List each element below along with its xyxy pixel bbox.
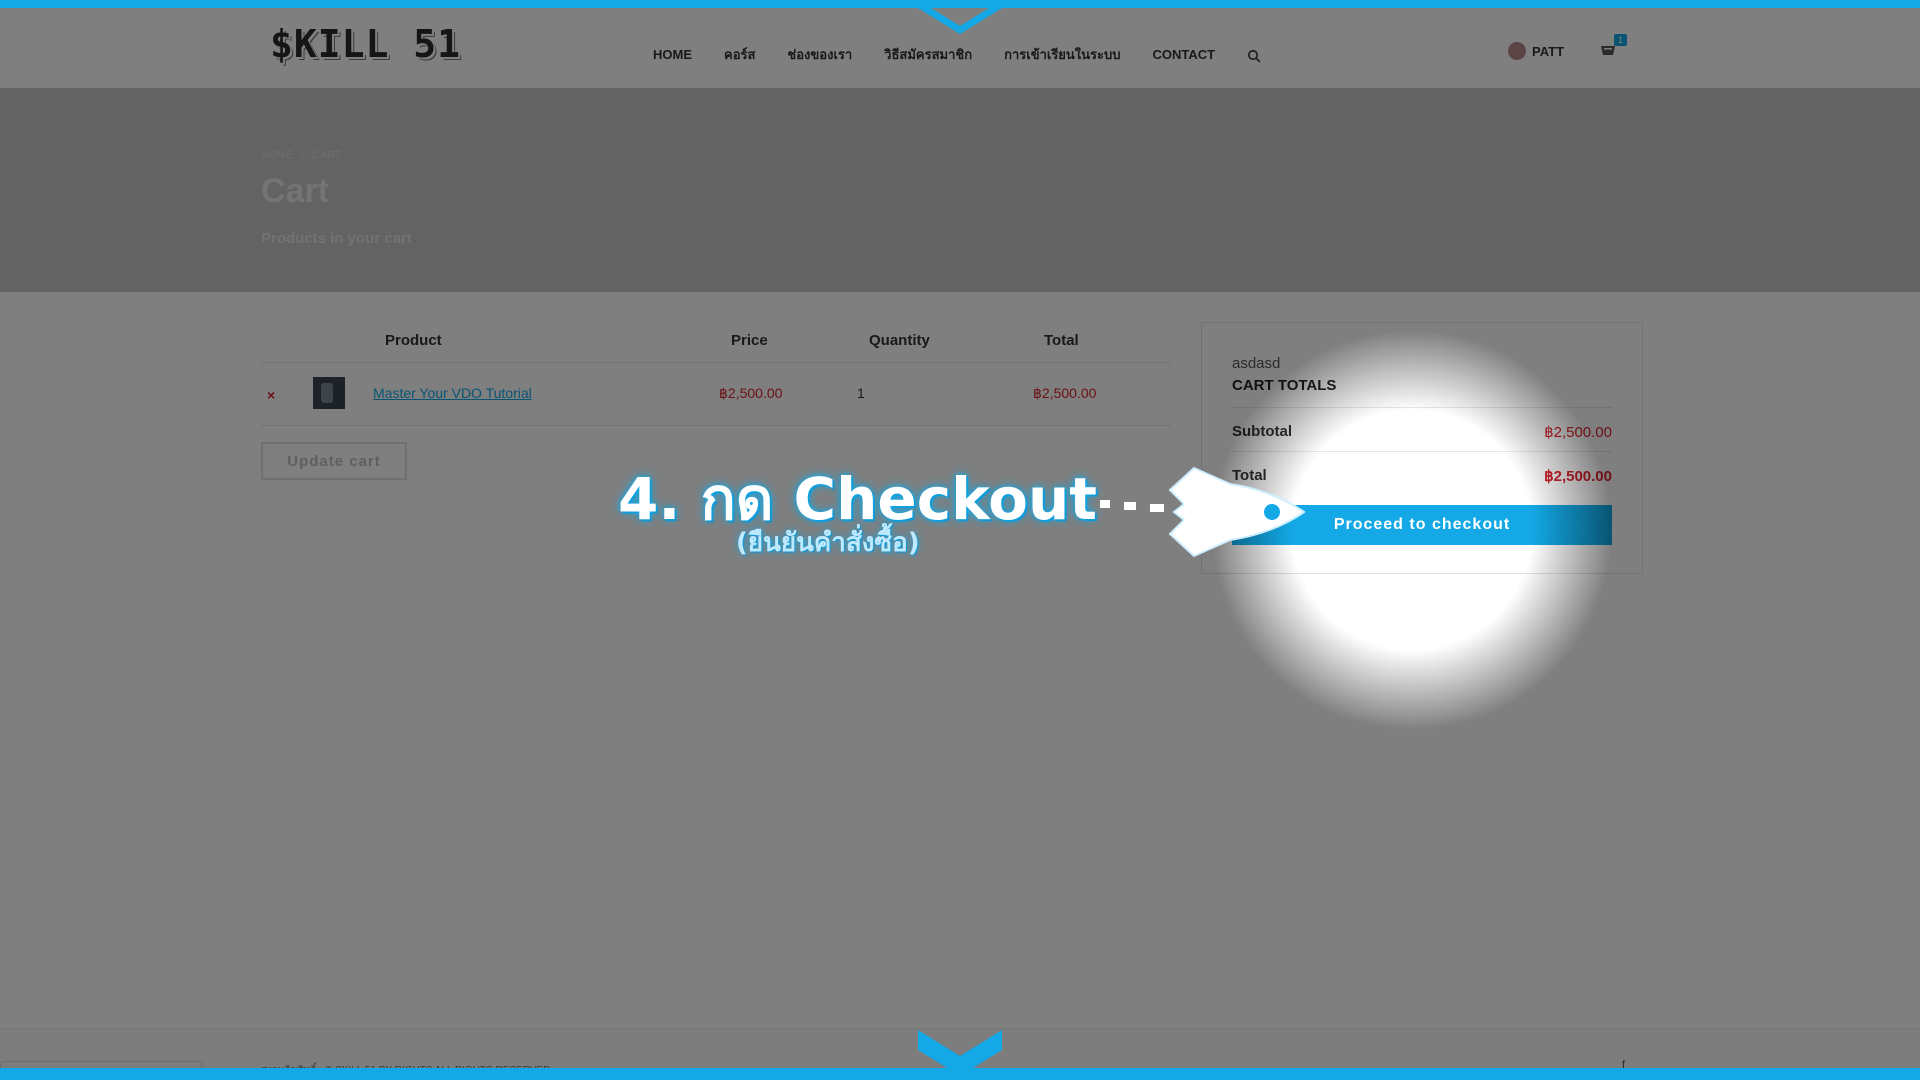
cart-table: Product Price Quantity Total × Master Yo… bbox=[261, 322, 1171, 426]
breadcrumb-current: CART bbox=[312, 150, 342, 161]
header-price: Price bbox=[731, 332, 768, 349]
total-value: ฿2,500.00 bbox=[1544, 468, 1612, 485]
site-logo[interactable]: $KILL 51 bbox=[270, 22, 461, 66]
product-price: ฿2,500.00 bbox=[719, 385, 783, 401]
nav-how-to-register[interactable]: วิธีสมัครสมาชิก bbox=[884, 44, 972, 65]
update-cart-button[interactable]: Update cart bbox=[261, 442, 407, 480]
page-subtitle: Products in your cart bbox=[261, 230, 412, 247]
remove-item-icon[interactable]: × bbox=[267, 387, 275, 403]
search-icon[interactable] bbox=[1247, 48, 1261, 63]
chevron-down-icon bbox=[918, 1030, 1002, 1076]
subtotal-label: Subtotal bbox=[1232, 423, 1292, 440]
product-quantity[interactable]: 1 bbox=[857, 385, 865, 401]
subtotal-value: ฿2,500.00 bbox=[1544, 424, 1612, 441]
breadcrumb: HOME / CART bbox=[261, 150, 341, 161]
page-title: Cart bbox=[261, 172, 330, 210]
user-menu[interactable]: PATT bbox=[1508, 42, 1564, 60]
cart-count-badge: 1 bbox=[1614, 34, 1628, 46]
nav-contact[interactable]: CONTACT bbox=[1153, 47, 1216, 62]
tutorial-step-subtitle: (ยืนยันคำสั่งซื้อ) bbox=[736, 528, 920, 558]
cart-totals-heading: CART TOTALS bbox=[1232, 377, 1337, 394]
table-header: Product Price Quantity Total bbox=[261, 322, 1171, 363]
divider bbox=[1232, 407, 1612, 408]
subtotal-row: Subtotal ฿2,500.00 bbox=[1232, 423, 1612, 441]
divider bbox=[1232, 451, 1612, 452]
header-product: Product bbox=[385, 332, 442, 349]
header-quantity: Quantity bbox=[869, 332, 930, 349]
nav-home[interactable]: HOME bbox=[653, 47, 692, 62]
nav-learning[interactable]: การเข้าเรียนในระบบ bbox=[1004, 44, 1120, 65]
main-nav: HOME คอร์ส ช่องของเรา วิธีสมัครสมาชิก กา… bbox=[653, 44, 1261, 65]
header-total: Total bbox=[1044, 332, 1079, 349]
product-link[interactable]: Master Your VDO Tutorial bbox=[373, 385, 532, 401]
nav-channels[interactable]: ช่องของเรา bbox=[787, 44, 852, 65]
chevron-down-icon bbox=[918, 0, 1002, 34]
breadcrumb-separator: / bbox=[301, 150, 305, 161]
nav-courses[interactable]: คอร์ส bbox=[724, 44, 755, 65]
breadcrumb-home[interactable]: HOME bbox=[261, 150, 293, 161]
product-total: ฿2,500.00 bbox=[1033, 385, 1097, 401]
page-hero: HOME / CART Cart Products in your cart bbox=[0, 88, 1920, 292]
avatar bbox=[1508, 42, 1526, 60]
product-thumbnail[interactable] bbox=[313, 377, 345, 409]
table-row: × Master Your VDO Tutorial ฿2,500.00 1 ฿… bbox=[261, 363, 1171, 426]
user-name: PATT bbox=[1532, 43, 1565, 59]
rocket-arrow-icon bbox=[1100, 466, 1306, 558]
totals-note: asdasd bbox=[1232, 355, 1281, 372]
